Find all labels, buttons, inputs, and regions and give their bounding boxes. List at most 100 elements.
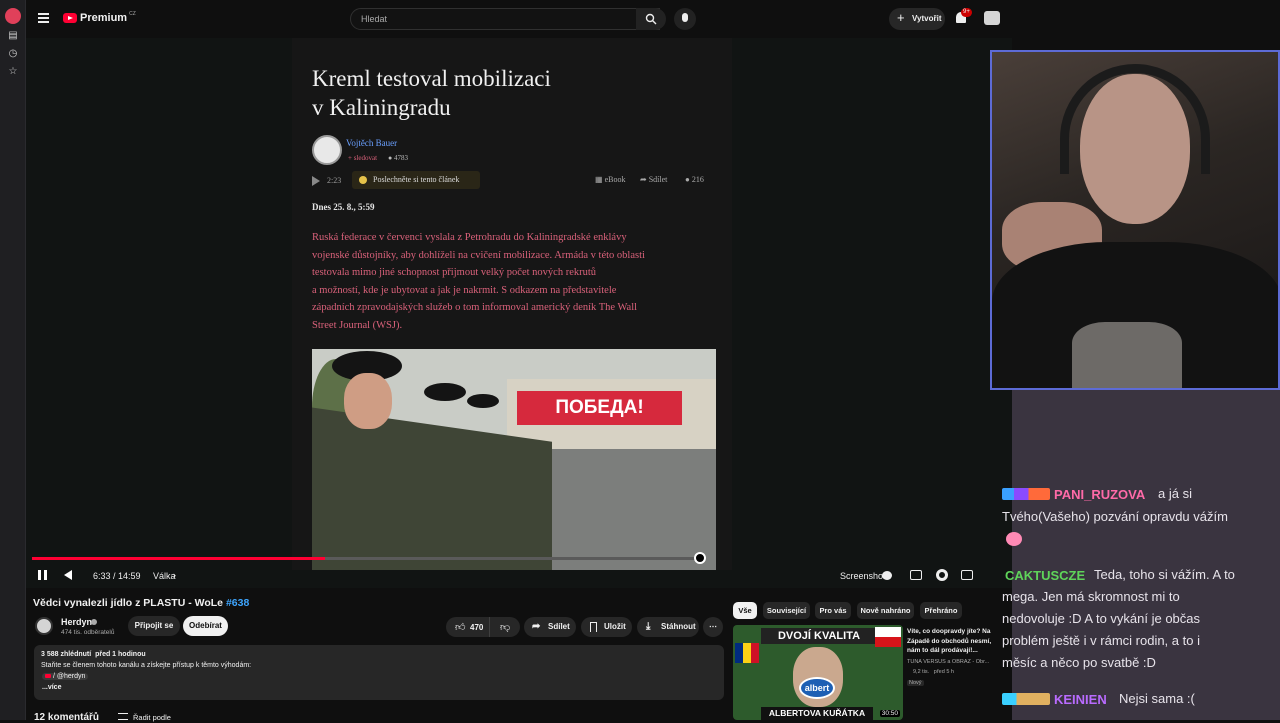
download-button[interactable]: ⤓ Stáhnout: [637, 617, 699, 637]
screenshot-label[interactable]: Screenshot: [840, 571, 886, 581]
channel-avatar[interactable]: [35, 617, 53, 635]
sort-icon[interactable]: [118, 713, 128, 720]
author-avatar: [312, 135, 342, 165]
chat-text: Nejsi sama :(: [1119, 691, 1195, 706]
article-lead: Ruská federace v červenci vyslala z Petr…: [312, 229, 645, 335]
history-icon[interactable]: ◷: [7, 48, 19, 60]
followers-count: ● 4783: [388, 154, 408, 162]
desc-channel-link[interactable]: / @herdyn: [42, 673, 89, 680]
avatar[interactable]: [984, 11, 1000, 25]
bookmark-icon[interactable]: ▤: [7, 30, 19, 42]
subtitles-icon[interactable]: [910, 570, 922, 580]
video-hashtag[interactable]: #638: [226, 597, 249, 609]
rec-channel[interactable]: TUNA VERSUS a OBRAZ - Obr...: [907, 659, 993, 665]
chat-text: a já si: [1158, 486, 1192, 501]
subscriber-count: 474 tis. odběratelů: [61, 629, 115, 636]
ebook-label: eBook: [604, 175, 626, 184]
listen-label: Poslechněte si tento článek: [373, 175, 460, 184]
settings-icon[interactable]: [936, 569, 948, 581]
romania-flag-icon: [735, 643, 759, 663]
miniplayer-icon[interactable]: [961, 570, 973, 580]
chat-username[interactable]: KEINIEN: [1054, 692, 1107, 707]
sort-label[interactable]: Řadit podle: [133, 713, 171, 722]
lead-line: západních zpravodajských služeb o tom in…: [312, 302, 638, 314]
desc-link-text: / @herdyn: [52, 673, 86, 680]
menu-icon[interactable]: [38, 13, 49, 23]
youtube-logo[interactable]: Premium CZ: [63, 11, 136, 24]
share-label: Sdílet: [648, 175, 668, 184]
chip-for-you[interactable]: Pro vás: [815, 602, 851, 619]
follow-link: + sledovat: [348, 154, 378, 162]
create-button[interactable]: + Vytvořit: [889, 8, 945, 30]
search-button[interactable]: [636, 8, 666, 30]
desc-more[interactable]: ...více: [42, 684, 61, 691]
share-icon: ➦: [532, 621, 541, 632]
rec-meta: 9,2 tis. před 5 h: [913, 669, 954, 675]
time-display: 6:33 / 14:59: [93, 571, 141, 581]
app-logo-icon[interactable]: [5, 8, 21, 24]
rec-title[interactable]: Víte, co doopravdy jíte? Na Západě do ob…: [907, 627, 993, 655]
lead-line: vojenské důstojníky, aby dohlíželi na cv…: [312, 249, 645, 261]
brand-label: Premium: [80, 12, 128, 24]
like-button[interactable]: 👍︎ 470: [446, 617, 490, 637]
play-logo-icon: [63, 13, 77, 23]
thumb-bottom-banner: ALBERTOVA KUŘÁTKA: [761, 707, 873, 720]
progress-fill: [32, 557, 325, 560]
download-icon: ⤓: [646, 621, 651, 632]
chip-watched[interactable]: Přehráno: [920, 602, 962, 619]
audio-play-icon: [312, 176, 320, 186]
chip-all[interactable]: Vše: [733, 602, 757, 619]
rec-thumbnail[interactable]: DVOJÍ KVALITA albert ALBERTOVA KUŘÁTKA 3…: [733, 625, 903, 720]
albert-logo: albert: [799, 677, 835, 699]
like-count: 470: [470, 623, 484, 632]
share-button[interactable]: ➦ Sdílet: [524, 617, 576, 637]
dislike-button[interactable]: 👎︎: [491, 617, 520, 637]
save-button[interactable]: Uložit: [581, 617, 632, 637]
listen-banner: Poslechněte si tento článek: [352, 171, 480, 189]
chip-related[interactable]: Související: [763, 602, 810, 619]
share-label: Sdílet: [548, 622, 570, 631]
mic-button[interactable]: [674, 8, 696, 30]
chat-username[interactable]: PANI_RUZOVA: [1054, 487, 1145, 502]
more-actions-button[interactable]: ⋯: [703, 617, 723, 637]
more-icon: ⋯: [709, 622, 717, 631]
lead-line: a možností, kde je ubytovat a jak je nak…: [312, 284, 617, 296]
chip-recent[interactable]: Nově nahráno: [857, 602, 914, 619]
subscribe-button[interactable]: Odebírat: [183, 616, 228, 636]
comments-link: ● 216: [685, 175, 704, 184]
pause-icon[interactable]: [38, 570, 47, 580]
chat-text: Tvého(Vašeho) pozvání opravdu vážím: [1002, 509, 1228, 524]
author-name: Vojtěch Bauer: [346, 138, 398, 148]
progress-scrubber[interactable]: [694, 552, 706, 564]
followers-value: 4783: [393, 154, 408, 162]
notifications-button[interactable]: 9+: [955, 8, 972, 26]
screenshot-toggle-icon[interactable]: [882, 571, 892, 580]
lead-line: testovala mimo jiné schopnost přijmout v…: [312, 267, 597, 279]
search-placeholder: Hledat: [361, 14, 388, 24]
progress-bar[interactable]: [32, 552, 706, 564]
description-box[interactable]: 3 588 zhlédnutí před 1 hodinou Staňte se…: [34, 645, 724, 700]
article-photo: ПОБЕДА!: [312, 349, 716, 570]
audio-time: 2:23: [327, 176, 342, 185]
cam-shirt-print: [1072, 322, 1182, 388]
comments-count: 12 komentářů: [34, 712, 100, 723]
chat-badges: [1002, 693, 1050, 705]
chat-badges: [1002, 488, 1050, 500]
chat-text: měsíc a něco po svatbě :D: [1002, 655, 1156, 670]
star-icon[interactable]: ☆: [7, 66, 19, 78]
channel-name[interactable]: Herdyn: [61, 617, 92, 627]
chapter-chevron-icon[interactable]: ›: [173, 570, 176, 580]
article-title-line: v Kaliningradu: [312, 95, 451, 120]
volume-icon[interactable]: [64, 570, 72, 580]
czech-flag-icon: [875, 627, 901, 647]
download-label: Stáhnout: [661, 622, 696, 631]
thumbs-down-icon: 👎︎: [500, 622, 511, 633]
soldier-beret: [467, 394, 499, 408]
soldier-face: [344, 373, 392, 429]
share-link: ➦ Sdílet: [640, 175, 668, 184]
verified-icon: [91, 619, 97, 625]
join-button[interactable]: Připojit se: [128, 616, 180, 636]
soldier-beret: [424, 383, 466, 401]
chat-username[interactable]: CAKTUSCZE: [1005, 568, 1085, 583]
search-input[interactable]: Hledat: [350, 8, 660, 30]
